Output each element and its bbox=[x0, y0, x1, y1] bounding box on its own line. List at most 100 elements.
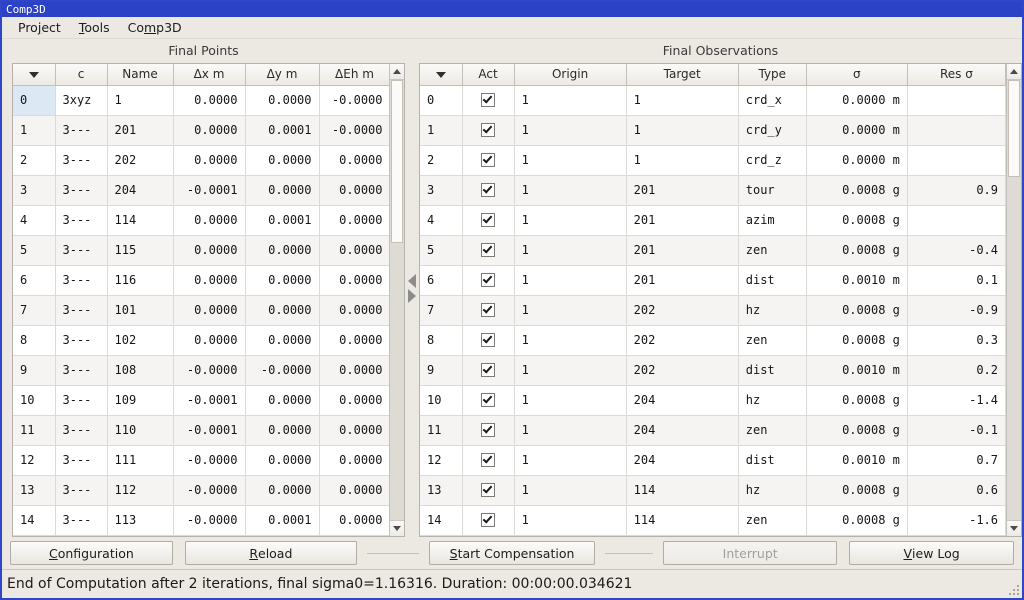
cell-dy[interactable]: 0.0001 bbox=[245, 205, 320, 236]
checkmark-icon[interactable] bbox=[481, 363, 496, 378]
cell-sigma[interactable]: 0.0010 m bbox=[806, 355, 908, 386]
menu-comp3d[interactable]: Comp3D bbox=[119, 18, 191, 37]
cell-deh[interactable]: 0.0000 bbox=[319, 295, 389, 326]
cell-target[interactable]: 1 bbox=[626, 85, 739, 116]
cell-dy[interactable]: 0.0000 bbox=[245, 385, 320, 416]
cell-res-sigma[interactable] bbox=[907, 115, 1006, 146]
cell-type[interactable]: hz bbox=[738, 385, 807, 416]
cell-dx[interactable]: 0.0000 bbox=[173, 265, 246, 296]
cell-c[interactable]: 3--- bbox=[55, 295, 108, 326]
cell-name[interactable]: 115 bbox=[107, 235, 174, 266]
cell-active-checkbox[interactable] bbox=[462, 325, 515, 356]
cell-index[interactable]: 2 bbox=[13, 145, 56, 176]
cell-name[interactable]: 116 bbox=[107, 265, 174, 296]
cell-dy[interactable]: 0.0000 bbox=[245, 475, 320, 506]
cell-active-checkbox[interactable] bbox=[462, 505, 515, 536]
table-row[interactable]: 2 1 1 crd_z 0.0000 m bbox=[420, 145, 1006, 176]
col-header-origin[interactable]: Origin bbox=[514, 64, 627, 86]
cell-name[interactable]: 102 bbox=[107, 325, 174, 356]
cell-dy[interactable]: 0.0000 bbox=[245, 295, 320, 326]
cell-index[interactable]: 11 bbox=[420, 415, 463, 446]
scroll-up-button-left[interactable] bbox=[390, 64, 404, 80]
cell-active-checkbox[interactable] bbox=[462, 385, 515, 416]
table-row[interactable]: 12 1 204 dist 0.0010 m 0.7 bbox=[420, 445, 1006, 476]
cell-dx[interactable]: -0.0000 bbox=[173, 475, 246, 506]
cell-c[interactable]: 3--- bbox=[55, 175, 108, 206]
cell-deh[interactable]: 0.0000 bbox=[319, 175, 389, 206]
cell-name[interactable]: 110 bbox=[107, 415, 174, 446]
cell-index[interactable]: 13 bbox=[420, 475, 463, 506]
cell-index[interactable]: 3 bbox=[420, 175, 463, 206]
table-row[interactable]: 12 3--- 111 -0.0000 0.0000 0.0000 bbox=[13, 445, 389, 476]
cell-sigma[interactable]: 0.0008 g bbox=[806, 325, 908, 356]
cell-c[interactable]: 3--- bbox=[55, 235, 108, 266]
cell-dx[interactable]: 0.0000 bbox=[173, 325, 246, 356]
cell-dy[interactable]: 0.0001 bbox=[245, 505, 320, 536]
cell-origin[interactable]: 1 bbox=[514, 385, 627, 416]
checkmark-icon[interactable] bbox=[481, 453, 496, 468]
cell-type[interactable]: hz bbox=[738, 475, 807, 506]
col-header-act[interactable]: Act bbox=[462, 64, 515, 86]
cell-target[interactable]: 201 bbox=[626, 265, 739, 296]
cell-type[interactable]: zen bbox=[738, 235, 807, 266]
cell-deh[interactable]: 0.0000 bbox=[319, 355, 389, 386]
resize-grip-icon[interactable] bbox=[1009, 585, 1019, 595]
cell-deh[interactable]: 0.0000 bbox=[319, 325, 389, 356]
cell-deh[interactable]: 0.0000 bbox=[319, 475, 389, 506]
cell-active-checkbox[interactable] bbox=[462, 85, 515, 116]
cell-target[interactable]: 114 bbox=[626, 475, 739, 506]
cell-dy[interactable]: 0.0000 bbox=[245, 325, 320, 356]
cell-dx[interactable]: -0.0001 bbox=[173, 415, 246, 446]
col-header-dy[interactable]: Δy m bbox=[245, 64, 320, 86]
cell-target[interactable]: 201 bbox=[626, 205, 739, 236]
cell-target[interactable]: 202 bbox=[626, 295, 739, 326]
cell-name[interactable]: 109 bbox=[107, 385, 174, 416]
cell-sigma[interactable]: 0.0008 g bbox=[806, 235, 908, 266]
cell-sigma[interactable]: 0.0010 m bbox=[806, 445, 908, 476]
checkmark-icon[interactable] bbox=[481, 243, 496, 258]
checkmark-icon[interactable] bbox=[481, 423, 496, 438]
cell-index[interactable]: 14 bbox=[420, 505, 463, 536]
cell-dy[interactable]: 0.0001 bbox=[245, 115, 320, 146]
cell-index[interactable]: 5 bbox=[420, 235, 463, 266]
cell-type[interactable]: crd_z bbox=[738, 145, 807, 176]
cell-c[interactable]: 3--- bbox=[55, 475, 108, 506]
table-row[interactable]: 6 3--- 116 0.0000 0.0000 0.0000 bbox=[13, 265, 389, 296]
cell-index[interactable]: 12 bbox=[13, 445, 56, 476]
checkmark-icon[interactable] bbox=[481, 333, 496, 348]
scroll-down-button-left[interactable] bbox=[390, 520, 404, 536]
cell-dy[interactable]: 0.0000 bbox=[245, 235, 320, 266]
cell-deh[interactable]: 0.0000 bbox=[319, 385, 389, 416]
cell-active-checkbox[interactable] bbox=[462, 145, 515, 176]
menu-tools[interactable]: Tools bbox=[70, 18, 119, 37]
cell-name[interactable]: 113 bbox=[107, 505, 174, 536]
col-header-sort[interactable] bbox=[13, 64, 56, 86]
cell-active-checkbox[interactable] bbox=[462, 175, 515, 206]
cell-c[interactable]: 3--- bbox=[55, 115, 108, 146]
table-row[interactable]: 13 3--- 112 -0.0000 0.0000 0.0000 bbox=[13, 475, 389, 506]
table-row[interactable]: 1 1 1 crd_y 0.0000 m bbox=[420, 115, 1006, 146]
cell-index[interactable]: 4 bbox=[420, 205, 463, 236]
cell-sigma[interactable]: 0.0008 g bbox=[806, 505, 908, 536]
table-row[interactable]: 2 3--- 202 0.0000 0.0000 0.0000 bbox=[13, 145, 389, 176]
cell-name[interactable]: 204 bbox=[107, 175, 174, 206]
cell-res-sigma[interactable]: -1.6 bbox=[907, 505, 1006, 536]
cell-origin[interactable]: 1 bbox=[514, 445, 627, 476]
table-row[interactable]: 13 1 114 hz 0.0008 g 0.6 bbox=[420, 475, 1006, 506]
table-row[interactable]: 5 3--- 115 0.0000 0.0000 0.0000 bbox=[13, 235, 389, 266]
cell-dy[interactable]: 0.0000 bbox=[245, 415, 320, 446]
checkmark-icon[interactable] bbox=[481, 513, 496, 528]
cell-target[interactable]: 114 bbox=[626, 505, 739, 536]
collapse-left-icon[interactable] bbox=[408, 273, 416, 288]
cell-res-sigma[interactable]: 0.9 bbox=[907, 175, 1006, 206]
checkmark-icon[interactable] bbox=[481, 93, 496, 108]
splitter-collapse-arrows[interactable] bbox=[408, 273, 416, 303]
cell-dx[interactable]: -0.0000 bbox=[173, 355, 246, 386]
cell-c[interactable]: 3--- bbox=[55, 385, 108, 416]
cell-deh[interactable]: 0.0000 bbox=[319, 235, 389, 266]
cell-deh[interactable]: 0.0000 bbox=[319, 445, 389, 476]
cell-active-checkbox[interactable] bbox=[462, 475, 515, 506]
cell-c[interactable]: 3--- bbox=[55, 415, 108, 446]
cell-index[interactable]: 10 bbox=[420, 385, 463, 416]
cell-c[interactable]: 3--- bbox=[55, 265, 108, 296]
